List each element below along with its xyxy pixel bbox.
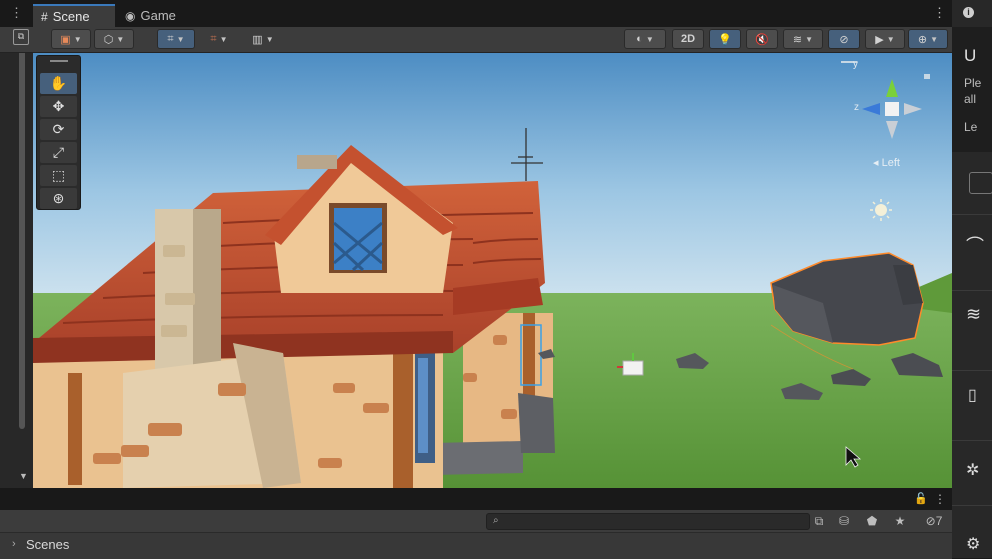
lock-icon[interactable]: 🔓 [914, 492, 928, 505]
eye-off-icon: ⊘ [839, 33, 849, 46]
light-icon[interactable]: ✲ [966, 460, 979, 480]
settings-icon[interactable]: ⚙ [966, 534, 980, 554]
panel-divider: 🔓 ⋮ [0, 488, 952, 510]
panel-button[interactable] [969, 172, 992, 194]
scenes-label: Scenes [26, 537, 70, 552]
snap-icon: ⌗ [210, 32, 217, 45]
more-options-icon[interactable]: ⋮ [933, 6, 946, 19]
shading-mode-dropdown[interactable]: ◐ ▼ [624, 29, 666, 49]
scene-render [33, 53, 952, 488]
scene-filter-icon[interactable]: ⧉ [809, 512, 829, 530]
lighting-toggle-button[interactable]: 💡 [709, 29, 741, 49]
panel-text-2: all [964, 92, 977, 106]
tools-palette: ✋ ✥ ⟳ ⤢ ⬚ ⊛ [36, 55, 81, 210]
tab-bar: ⋮ # Scene ◉ Game ⋮ [0, 0, 952, 27]
hierarchy-search-input[interactable]: ⌕ [486, 513, 810, 530]
hidden-objects-counter[interactable]: ⊘ 7 [918, 512, 950, 530]
panel-menu-icon[interactable]: ⋮ [934, 492, 946, 506]
view-direction-text: Left [881, 157, 900, 169]
audio-mute-icon: 🔇 [755, 33, 769, 46]
camera-icon: ▶ [875, 33, 884, 46]
favorites-icon[interactable]: ★ [890, 512, 910, 530]
gamepad-icon: ◉ [125, 8, 136, 23]
panel-text-1: Ple [964, 76, 982, 90]
package-icon[interactable]: ⌒ [966, 232, 984, 258]
draw-mode-dropdown[interactable]: ▣ ▼ [51, 29, 91, 49]
transform-tool-button[interactable]: ⊛ [40, 188, 77, 209]
gizmos-dropdown[interactable]: ⊕ ▼ [908, 29, 948, 49]
eye-hidden-icon: ⊘ [925, 514, 936, 528]
scene-viewport[interactable]: y z ◂ Left [33, 53, 952, 488]
search-icon: ⌕ [493, 515, 499, 526]
left-strip: ▲ ▼ [0, 25, 33, 488]
render-mode-dropdown[interactable]: ⬡ ▼ [94, 29, 134, 49]
chevron-right-icon: › [12, 538, 16, 550]
scene-visibility-toggle[interactable]: ⊘ [828, 29, 860, 49]
lightbulb-icon: 💡 [718, 33, 732, 46]
rect-icon: ⬚ [51, 167, 66, 183]
panel-text-3: Le [964, 120, 978, 134]
grid-icon: # [41, 9, 48, 24]
hidden-count: 7 [935, 514, 943, 528]
type-filter-icon[interactable]: ⛁ [834, 512, 854, 530]
sphere-icon: ◐ [636, 33, 643, 45]
effects-icon: ≋ [792, 33, 803, 46]
scale-tool-button[interactable]: ⤢ [40, 142, 77, 163]
audio-toggle-button[interactable]: 🔇 [746, 29, 778, 49]
camera-dropdown[interactable]: ▶ ▼ [865, 29, 905, 49]
drag-handle-icon[interactable]: ⋮ [10, 6, 23, 19]
scroll-down-icon[interactable]: ▼ [19, 471, 28, 481]
increment-snap-dropdown[interactable]: ⌗ ▼ [200, 29, 238, 49]
tab-scene[interactable]: # Scene [33, 4, 115, 27]
gizmo-y-label: y [853, 59, 858, 70]
view-direction-label[interactable]: ◂ Left [873, 156, 900, 169]
inspector-panel: i U Ple all Le ⌒ ≋ ▯ ✲ ⚙ [952, 0, 992, 558]
rotate-tool-button[interactable]: ⟳ [40, 119, 77, 140]
move-tool-button[interactable]: ✥ [40, 96, 77, 117]
label-filter-icon[interactable]: ⬟ [862, 512, 882, 530]
rotate-icon: ⟳ [52, 121, 65, 137]
draw-mode-icon: ▣ [60, 33, 71, 46]
tab-scene-label: Scene [52, 9, 90, 24]
gizmo-axis-label: z [854, 102, 859, 113]
cube-icon: ⬡ [103, 33, 114, 46]
grid-snap-toggle[interactable]: ⌗ ▼ [157, 29, 195, 49]
grid-visibility-dropdown[interactable]: ▥ ▼ [243, 29, 283, 49]
rect-tool-button[interactable]: ⬚ [40, 165, 77, 186]
grid-lines-icon: ▥ [252, 33, 263, 46]
palette-drag-handle[interactable] [50, 60, 68, 62]
scene-toolbar: ⧉ ▣ ▼ ⬡ ▼ ⌗ ▼ ⌗ ▼ ▥ ▼ ◐ ▼ 2D 💡 🔇 ≋ ▼ ⊘ ▶… [0, 27, 952, 53]
move-icon: ✥ [52, 98, 65, 114]
scale-icon: ⤢ [52, 144, 65, 160]
transform-icon: ⊛ [52, 190, 65, 206]
hand-icon: ✋ [49, 75, 68, 91]
info-icon[interactable]: i [963, 7, 974, 18]
2d-toggle-button[interactable]: 2D [672, 29, 704, 49]
hand-tool-button[interactable]: ✋ [40, 73, 77, 94]
layers-icon[interactable]: ≋ [966, 304, 981, 325]
document-icon[interactable]: ▯ [968, 385, 977, 405]
vertical-scrollbar[interactable] [19, 29, 25, 429]
grid-snap-icon: ⌗ [167, 32, 174, 45]
scenes-folder-row[interactable]: › Scenes [0, 532, 952, 559]
gizmo-icon: ⊕ [917, 33, 928, 46]
maximize-icon[interactable]: ⧉ [13, 29, 29, 45]
tab-game[interactable]: ◉ Game [117, 4, 197, 27]
panel-title: U [964, 46, 977, 65]
effects-dropdown[interactable]: ≋ ▼ [783, 29, 823, 49]
tab-game-label: Game [140, 8, 176, 23]
